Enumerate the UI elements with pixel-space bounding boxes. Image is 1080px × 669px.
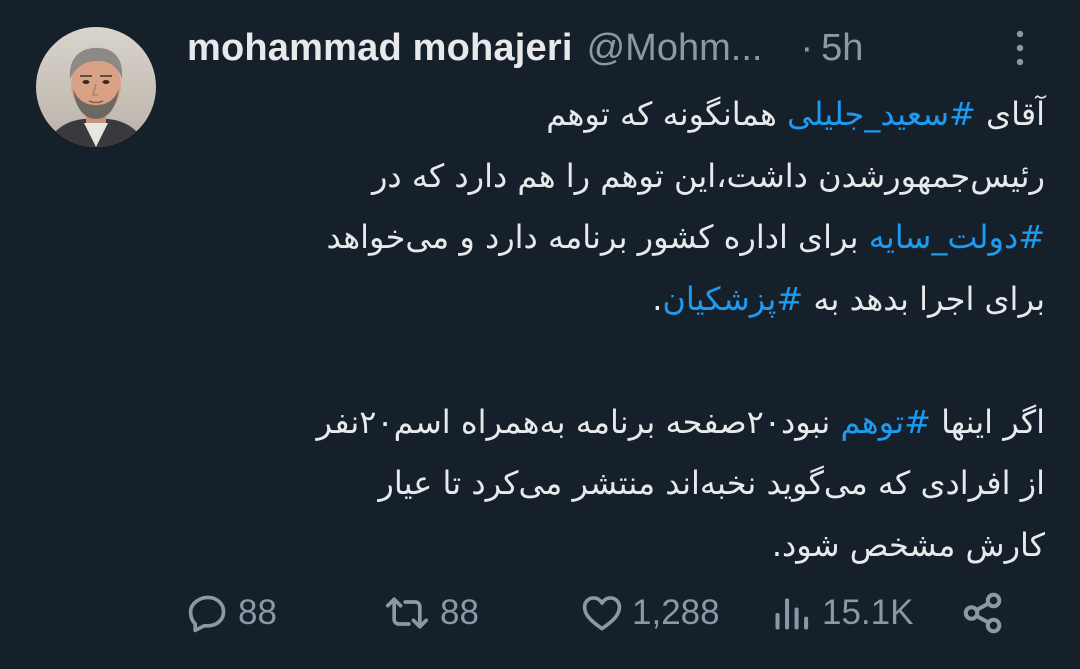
tweet[interactable]: mohammad mohajeri @Mohm... · 5h آقای #سع… (0, 0, 1080, 669)
views-button[interactable]: 15.1K (770, 588, 913, 638)
retweet-count: 88 (440, 593, 479, 632)
avatar[interactable] (36, 27, 156, 147)
retweet-button[interactable]: 88 (382, 588, 479, 638)
text-segment: نبود۲۰صفحه برنامه به‌همراه اسم۲۰نفر (316, 402, 841, 441)
text-segment: برای اداره کشور برنامه دارد و می‌خواهد (326, 218, 869, 256)
tweet-text-line: از افرادی که می‌گوید نخبه‌اند منتشر می‌ک… (185, 453, 1045, 515)
text-segment: برای اجرا بدهد به (803, 279, 1045, 318)
author-name[interactable]: mohammad mohajeri (187, 27, 573, 70)
like-button[interactable]: 1,288 (580, 588, 720, 638)
tweet-text-line: رئیس‌جمهورشدن داشت،این توهم را هم دارد ک… (185, 146, 1045, 208)
text-segment: . (652, 279, 663, 318)
views-count: 15.1K (822, 593, 914, 632)
heart-icon (580, 591, 624, 635)
more-vertical-icon[interactable] (1008, 26, 1032, 70)
tweet-timestamp[interactable]: 5h (821, 27, 863, 70)
author-handle[interactable]: @Mohm... (587, 27, 763, 70)
like-count: 1,288 (632, 593, 720, 632)
tweet-text: آقای #سعید_جلیلی همانگونه که توهم رئیس‌جم… (185, 84, 1045, 576)
text-segment: آقای (975, 95, 1045, 133)
tweet-text-line: اگر اینها #توهم نبود۲۰صفحه برنامه به‌همر… (185, 392, 1045, 454)
text-segment: اگر اینها (930, 402, 1045, 441)
action-bar: 88 88 1,288 15.1K (186, 588, 1016, 638)
tweet-text-line: برای اجرا بدهد به #پزشکیان. (185, 269, 1045, 331)
hashtag-link[interactable]: #دولت_سایه (869, 218, 1045, 256)
separator-dot: · (800, 26, 814, 69)
share-button[interactable] (960, 588, 1006, 638)
share-icon (960, 590, 1006, 636)
reply-icon (186, 591, 230, 635)
text-segment: رئیس‌جمهورشدن داشت،این توهم را هم دارد ک… (371, 156, 1045, 195)
text-segment: همانگونه که توهم (546, 95, 788, 133)
tweet-text-line: کارش مشخص شود. (185, 515, 1045, 577)
text-segment: کارش مشخص شود. (771, 525, 1045, 564)
hashtag-link[interactable]: #توهم (841, 403, 931, 441)
tweet-text-line: #دولت_سایه برای اداره کشور برنامه دارد و… (185, 207, 1045, 269)
retweet-icon (382, 591, 432, 635)
tweet-header: mohammad mohajeri @Mohm... · 5h (187, 22, 1040, 74)
reply-count: 88 (238, 593, 277, 632)
tweet-text-line: آقای #سعید_جلیلی همانگونه که توهم (185, 84, 1045, 146)
reply-button[interactable]: 88 (186, 588, 277, 638)
hashtag-link[interactable]: #پزشکیان (662, 280, 803, 318)
hashtag-link[interactable]: #سعید_جلیلی (787, 95, 976, 133)
views-icon (770, 591, 814, 635)
text-segment: از افرادی که می‌گوید نخبه‌اند منتشر می‌ک… (378, 464, 1045, 502)
